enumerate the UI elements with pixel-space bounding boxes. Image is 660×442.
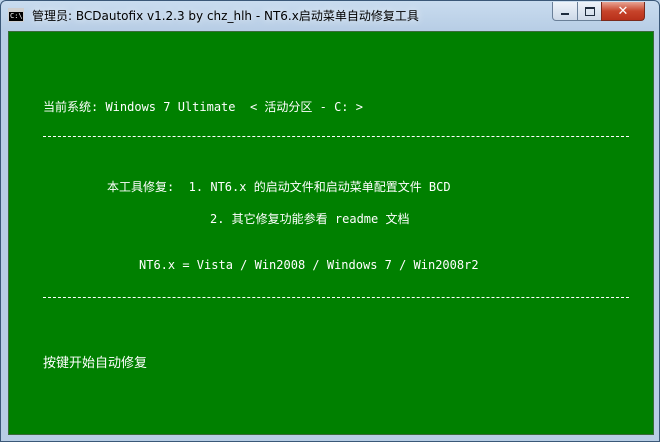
minimize-button[interactable] xyxy=(552,2,578,21)
close-button[interactable]: ✕ xyxy=(601,2,645,21)
repair-info-line-2: 2. 其它修复功能参看 readme 文档 xyxy=(210,212,410,226)
window-title: 管理员: BCDautofix v1.2.3 by chz_hlh - NT6.… xyxy=(32,9,419,23)
divider-bottom xyxy=(43,297,629,298)
nt6-versions-line: NT6.x = Vista / Win2008 / Windows 7 / Wi… xyxy=(139,258,479,272)
console-icon[interactable]: C:\ xyxy=(8,8,24,22)
maximize-icon xyxy=(584,6,595,16)
repair-info-line-1: 本工具修复: 1. NT6.x 的启动文件和启动菜单配置文件 BCD xyxy=(107,180,451,194)
console-area[interactable]: 当前系统: Windows 7 Ultimate < 活动分区 - C: > 本… xyxy=(8,31,654,435)
system-info-line: 当前系统: Windows 7 Ultimate < 活动分区 - C: > xyxy=(43,100,363,114)
console-icon-text: C:\ xyxy=(10,12,23,20)
divider-top xyxy=(43,136,629,137)
close-icon: ✕ xyxy=(617,3,629,19)
maximize-button[interactable] xyxy=(577,2,602,21)
press-key-prompt: 按键开始自动修复 xyxy=(43,356,148,371)
minimize-icon xyxy=(561,13,569,15)
title-bar[interactable]: C:\ 管理员: BCDautofix v1.2.3 by chz_hlh - … xyxy=(1,1,659,31)
console-window: C:\ 管理员: BCDautofix v1.2.3 by chz_hlh - … xyxy=(0,0,660,442)
